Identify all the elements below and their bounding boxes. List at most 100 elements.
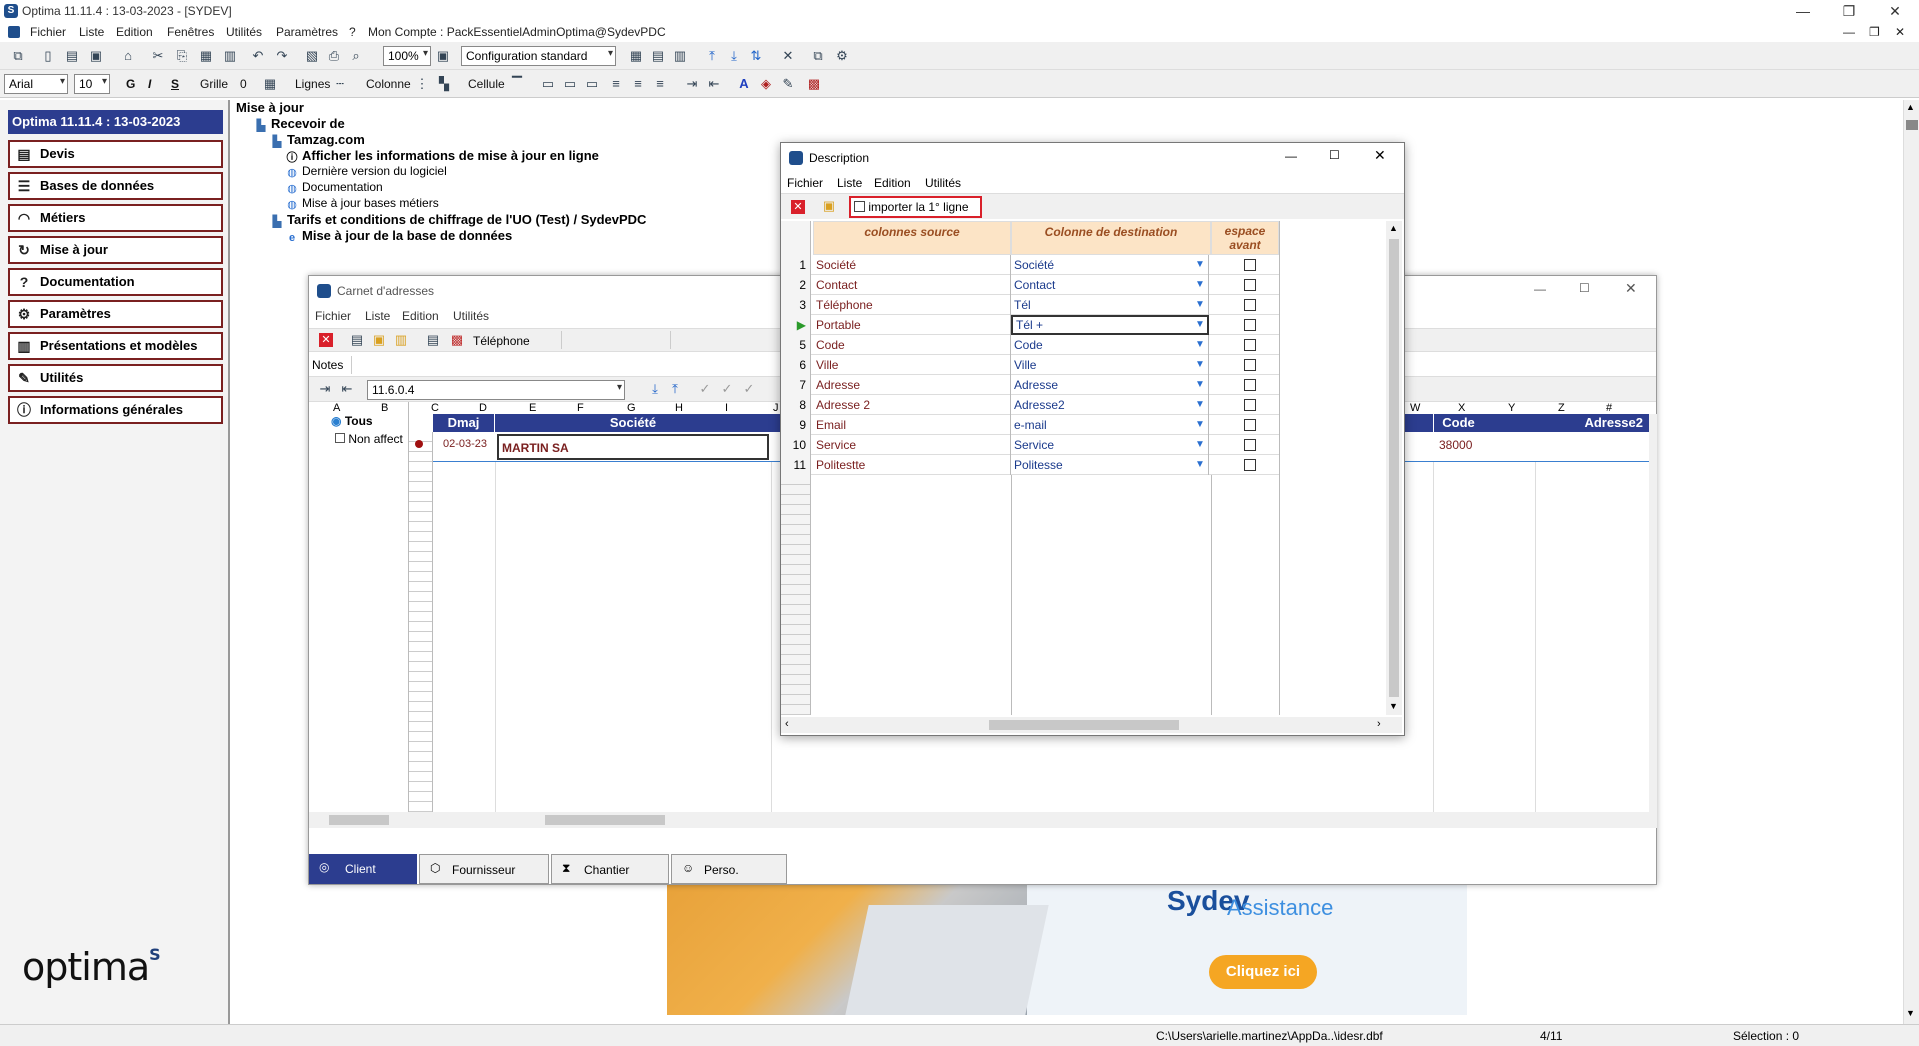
column-style-icon[interactable]: ⋮ [414,76,430,92]
menu-parametres[interactable]: Paramètres [276,25,338,39]
config-combo[interactable]: Configuration standard ▾ [461,46,616,66]
redo-icon[interactable]: ↷ [274,48,290,64]
filter-non-affect[interactable]: Non affect [335,432,403,446]
destination-cell[interactable]: Société [1011,255,1209,275]
filter-tous[interactable]: ◉ Tous [331,414,373,428]
hscroll-thumb-left[interactable] [329,815,389,825]
destination-cell[interactable]: e-mail [1011,415,1209,435]
zoom-combo[interactable]: 100% ▾ [383,46,431,66]
source-cell[interactable]: Téléphone [813,295,1011,315]
tree-recevoir[interactable]: ▙ Recevoir de [254,116,345,132]
dropdown-arrow-icon[interactable]: ▼ [1192,297,1208,313]
espace-checkbox[interactable] [1244,319,1256,331]
tree-tarifs[interactable]: ▙ Tarifs et conditions de chiffrage de l'… [270,212,647,228]
header-societe[interactable]: Société [495,414,771,432]
scroll-right-icon[interactable]: › [1377,718,1381,730]
espace-checkbox[interactable] [1244,299,1256,311]
table-icon[interactable]: ▤ [650,48,666,64]
desc-menu-utilites[interactable]: Utilités [925,176,961,190]
settings-icon[interactable]: ⚙ [834,48,850,64]
tree-root[interactable]: Mise à jour [236,100,304,115]
print-icon[interactable]: ⎙ [326,48,342,64]
check-icon[interactable]: ✓ [697,381,713,397]
sidebar-item-documentation[interactable]: ? Documentation [8,268,223,296]
close-red-icon[interactable]: ✕ [791,200,805,214]
sydev-ad-banner[interactable]: Sydev Assistance Cliquez ici [667,885,1467,1015]
columns-icon[interactable]: ▥ [672,48,688,64]
espace-checkbox[interactable] [1244,339,1256,351]
espace-checkbox[interactable] [1244,259,1256,271]
mapping-row[interactable]: 8 Adresse 2 Adresse2 ▼ [781,395,1279,415]
tree-mise-bd[interactable]: e Mise à jour de la base de données [285,228,512,244]
arrow-up-icon[interactable]: ⤒ [667,381,683,397]
font-combo[interactable]: Arial ▾ [4,74,68,94]
mapping-row[interactable]: 6 Ville Ville ▼ [781,355,1279,375]
source-cell[interactable]: Adresse 2 [813,395,1011,415]
copy-icon[interactable]: ⎘ [174,48,190,64]
version-combo[interactable]: 11.6.0.4 ▾ [367,380,625,400]
save-icon[interactable]: ▣ [88,48,104,64]
cell-dmaj[interactable]: 02-03-23 [443,438,487,450]
italic-button[interactable]: I [148,77,151,91]
scroll-up-icon[interactable]: ▲ [1389,223,1398,233]
source-cell[interactable]: Politestte [813,455,1011,475]
border-bottom-icon[interactable]: ▭ [584,76,600,92]
grid-lines-icon[interactable]: ▦ [262,76,278,92]
telephone-field[interactable] [561,331,671,349]
mapping-row[interactable]: 9 Email e-mail ▼ [781,415,1279,435]
source-cell[interactable]: Portable [813,315,1011,335]
menu-mon-compte[interactable]: Mon Compte : PackEssentielAdminOptima@Sy… [368,25,666,39]
vscroll-thumb[interactable] [1389,239,1399,697]
close-button[interactable]: ✕ [1872,0,1918,22]
windows-icon[interactable]: ⧉ [10,48,26,64]
folder-icon[interactable]: ⌂ [120,48,136,64]
grid-icon[interactable]: ▦ [628,48,644,64]
carnet-menu-utilites[interactable]: Utilités [453,309,489,323]
sidebar-item-mise-a-jour[interactable]: ↻ Mise à jour [8,236,223,264]
mapping-row[interactable]: 1 Société Société ▼ [781,255,1279,275]
border-top-icon[interactable]: ▭ [540,76,556,92]
indent-icon[interactable]: ⇥ [684,76,700,92]
carnet-close-button[interactable]: ✕ [1625,280,1637,297]
sidebar-item-informations[interactable]: ⓘ Informations générales [8,396,223,424]
cut-icon[interactable]: ✂ [150,48,166,64]
move-top-icon[interactable]: ⤒ [704,48,720,64]
import-folder-icon[interactable]: ▣ [821,198,837,214]
cell-code[interactable]: 38000 [1439,438,1472,452]
dropdown-arrow-icon[interactable]: ▼ [1192,357,1208,373]
font-color-icon[interactable]: A [736,76,752,92]
sidebar-item-devis[interactable]: ▤ Devis [8,140,223,168]
pdf-icon[interactable]: ▧ [304,48,320,64]
tree-derniere[interactable]: ◍ Dernière version du logiciel [285,164,447,179]
fill-color-icon[interactable]: ◈ [758,76,774,92]
notes-field[interactable] [351,356,643,374]
mdi-close-button[interactable]: ✕ [1895,25,1905,39]
size-combo[interactable]: 10 ▾ [74,74,110,94]
undo-icon[interactable]: ↶ [250,48,266,64]
description-minimize-button[interactable]: — [1285,149,1297,163]
filter-in-icon[interactable]: ⇥ [317,381,333,397]
tree-bases-metiers[interactable]: ◍ Mise à jour bases métiers [285,196,439,211]
source-cell[interactable]: Code [813,335,1011,355]
preview-icon[interactable]: ⌕ [348,48,364,64]
dropdown-arrow-icon[interactable]: ▼ [1192,457,1208,473]
header-code[interactable]: Code [1433,414,1483,432]
paste-icon[interactable]: ▦ [198,48,214,64]
align-center-icon[interactable]: ≡ [630,76,646,92]
scroll-thumb[interactable] [1906,120,1918,130]
menu-fenetres[interactable]: Fenêtres [167,25,214,39]
align-right-icon[interactable]: ≡ [652,76,668,92]
carnet-menu-edition[interactable]: Edition [402,309,439,323]
scroll-down-icon[interactable]: ▼ [1906,1008,1915,1018]
espace-checkbox[interactable] [1244,459,1256,471]
column-color-icon[interactable]: ▚ [436,76,452,92]
mapping-row[interactable]: 10 Service Service ▼ [781,435,1279,455]
save-config-icon[interactable]: ▣ [435,48,451,64]
desc-menu-fichier[interactable]: Fichier [787,176,823,190]
scroll-left-icon[interactable]: ‹ [785,718,789,730]
align-left-icon[interactable]: ≡ [608,76,624,92]
header-dmaj[interactable]: Dmaj [433,414,495,432]
destination-cell[interactable]: Adresse [1011,375,1209,395]
filter-out-icon[interactable]: ⇤ [339,381,355,397]
folder-icon[interactable]: ▣ [371,332,387,348]
